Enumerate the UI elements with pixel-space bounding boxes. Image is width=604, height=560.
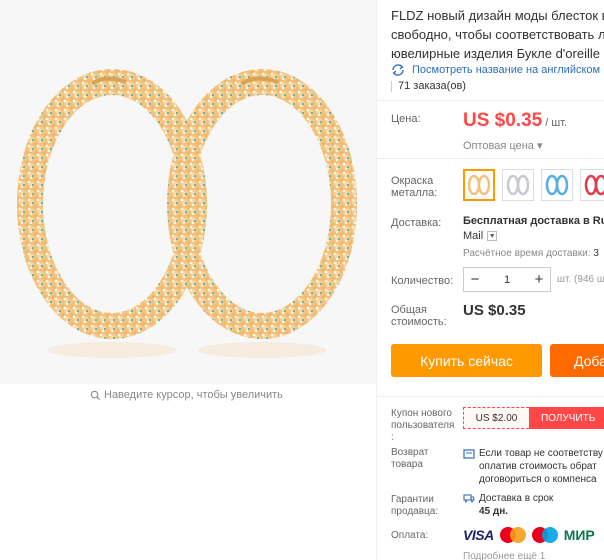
- returns-text-line: оплатив стоимость обрат: [479, 461, 597, 472]
- silver-hoop-icon: [506, 174, 530, 196]
- quantity-decrease-button[interactable]: −: [464, 271, 486, 288]
- divider: [377, 158, 604, 159]
- payment-methods: VISA МИР: [463, 526, 595, 544]
- coupon-label-line: :: [391, 432, 394, 443]
- translate-icon: [392, 64, 404, 76]
- color-swatches: [463, 169, 604, 201]
- quantity-label: Количество:: [391, 275, 454, 287]
- total-value: US $0.35: [463, 302, 526, 319]
- wholesale-price-toggle[interactable]: Оптовая цена ▾: [463, 139, 542, 152]
- quantity-available: шт. (946 ш: [557, 274, 604, 285]
- returns-label-line: Возврат: [391, 447, 429, 458]
- guarantee-text: Доставка в срок 45 дн.: [479, 492, 553, 518]
- color-label-line: металла:: [391, 187, 438, 199]
- red-hoop-icon: [584, 174, 604, 196]
- return-icon: [463, 449, 475, 459]
- returns-text: Если товар не соответству оплатив стоимо…: [479, 447, 603, 486]
- delivery-estimate: Расчётное время доставки: 3: [463, 248, 599, 259]
- color-label-line: Окраска: [391, 175, 434, 187]
- price-amount: US $0.35: [463, 110, 543, 131]
- total-label-line: Общая: [391, 304, 427, 316]
- guarantee-text-line: Доставка в срок: [479, 493, 554, 504]
- guarantee-label-line: Гарантии: [391, 494, 434, 505]
- translate-link-text: Посмотреть название на английском: [412, 64, 601, 76]
- zoom-hint: Наведите курсор, чтобы увеличить: [90, 389, 283, 401]
- visa-logo: VISA: [463, 527, 494, 543]
- mir-logo: МИР: [563, 527, 595, 543]
- divider: [377, 100, 604, 101]
- returns-text-line: договориться о компенса: [479, 474, 597, 485]
- returns-label-line: товара: [391, 459, 423, 470]
- maestro-logo: [531, 526, 558, 544]
- shipping-label: Доставка:: [391, 217, 442, 229]
- product-title-line: свободно, чтобы соответствовать ли: [391, 27, 604, 42]
- add-to-cart-button[interactable]: Доба: [550, 344, 604, 377]
- blue-hoop-icon: [545, 174, 569, 196]
- orders-count: 71 заказа(ов): [391, 80, 466, 92]
- buy-now-button[interactable]: Купить сейчас: [391, 344, 542, 377]
- product-gallery: Наведите курсор, чтобы увеличить: [0, 0, 376, 560]
- quantity-input[interactable]: 1: [486, 274, 528, 286]
- guarantee-days: 45 дн.: [479, 506, 509, 517]
- swatch-red[interactable]: [580, 169, 604, 201]
- coupon-label-line: Купон нового: [391, 408, 452, 419]
- product-title-line: ювелирные изделия Букле d'oreille: [391, 46, 600, 61]
- mastercard-logo: [499, 526, 526, 544]
- price-label: Цена:: [391, 113, 421, 125]
- magnifier-icon: [90, 390, 101, 400]
- gold-hoop-icon: [467, 174, 491, 196]
- product-main-image[interactable]: [0, 0, 376, 384]
- coupon-label-line: пользователя: [391, 420, 455, 431]
- divider: [377, 396, 604, 397]
- product-title-line: FLDZ новый дизайн моды блесток в: [391, 8, 604, 23]
- payment-more[interactable]: Подробнее ещё 1: [463, 551, 545, 560]
- returns-text-line: Если товар не соответству: [479, 448, 603, 459]
- zoom-hint-text: Наведите курсор, чтобы увеличить: [104, 389, 283, 401]
- orders-text: 71 заказа(ов): [398, 80, 466, 92]
- color-label: Окраска металла:: [391, 175, 437, 199]
- coupon: US $2.00 ПОЛУЧИТЬ: [463, 407, 604, 429]
- price-unit: / шт.: [545, 117, 568, 129]
- quantity-increase-button[interactable]: +: [528, 271, 550, 288]
- quantity-stepper: − 1 +: [463, 267, 551, 292]
- guarantee-label-line: продавца:: [391, 506, 439, 517]
- coupon-label: Купон нового пользователя :: [391, 408, 454, 444]
- guarantee-label: Гарантии продавца:: [391, 494, 438, 518]
- returns-label: Возврат товара: [391, 447, 429, 471]
- price-value: US $0.35/ шт.: [463, 110, 567, 132]
- swatch-silver[interactable]: [502, 169, 534, 201]
- translate-title-link[interactable]: Посмотреть название на английском: [390, 63, 600, 77]
- delivery-estimate-label: Расчётное время доставки:: [463, 248, 591, 259]
- swatch-blue[interactable]: [541, 169, 573, 201]
- chevron-down-icon: ▼: [487, 231, 498, 241]
- product-title: FLDZ новый дизайн моды блесток в свободн…: [391, 6, 604, 63]
- get-coupon-button[interactable]: ПОЛУЧИТЬ: [529, 407, 604, 429]
- delivery-estimate-value: 3: [593, 248, 599, 259]
- swatch-gold[interactable]: [463, 169, 495, 201]
- truck-icon: [463, 494, 475, 503]
- shipping-method-select[interactable]: Mail ▼: [463, 230, 498, 242]
- total-label: Общая стоимость:: [391, 304, 447, 328]
- payment-label: Оплата:: [391, 530, 429, 541]
- coupon-amount: US $2.00: [463, 407, 529, 429]
- total-label-line: стоимость:: [391, 316, 447, 328]
- orders-divider: [391, 80, 392, 92]
- product-info-panel: FLDZ новый дизайн моды блесток в свободн…: [376, 0, 604, 560]
- hoop-earrings-image: [17, 69, 357, 358]
- shipping-method: Бесплатная доставка в Russ: [463, 215, 604, 227]
- shipping-method-cont: Mail: [463, 230, 484, 242]
